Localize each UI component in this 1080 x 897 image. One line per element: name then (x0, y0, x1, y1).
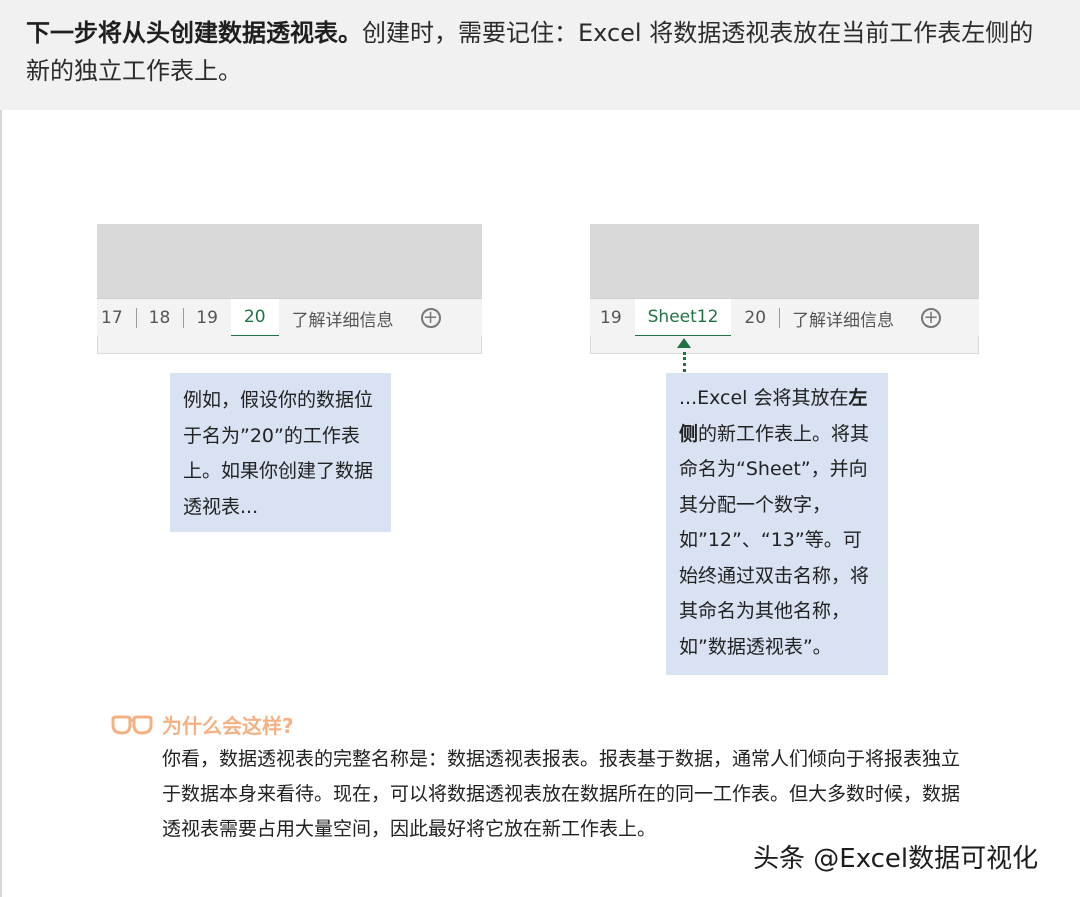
sheet-tab-sheet12-active[interactable]: Sheet12 (634, 299, 732, 338)
arrow-dotted-line (683, 352, 690, 372)
why-body: 你看，数据透视表的完整名称是：数据透视表报表。报表基于数据，通常人们倾向于将报表… (162, 748, 961, 840)
grid-line (606, 225, 607, 297)
grid-line (98, 239, 481, 240)
right-sheet: 19 Sheet12 20 了解详细信息 + (590, 224, 979, 354)
left-grid (97, 224, 482, 298)
grid-line (591, 239, 978, 240)
grid-line (688, 225, 689, 297)
left-scroll-strip (97, 336, 482, 354)
left-rule (0, 110, 2, 897)
sheet-tab-label: 了解详细信息 (291, 310, 394, 331)
right-grid (590, 224, 979, 298)
glasses-icon (111, 715, 153, 735)
sheet-tab-19[interactable]: 19 (183, 299, 231, 337)
grid-line (852, 225, 853, 297)
left-callout-text: 例如，假设你的数据位于名为”20”的工作表上。如果你创建了数据透视表... (183, 389, 374, 518)
watermark: 头条 @Excel数据可视化 (753, 844, 1039, 874)
plus-circle-icon[interactable]: + (420, 308, 441, 328)
grid-line (947, 225, 948, 297)
sheet-tab-20-active[interactable]: 20 (230, 299, 279, 338)
grid-line (202, 225, 203, 297)
header-text: 下一步将从头创建数据透视表。创建时，需要记住：Excel 将数据透视表放在当前工… (26, 14, 1056, 90)
why-title: 为什么会这样? (162, 714, 294, 738)
sheet-tab-label: 17 (101, 308, 123, 328)
arrow-up-icon (677, 338, 691, 348)
right-callout-text-1: ...Excel 会将其放在 (679, 387, 849, 409)
sheet-tab-20[interactable]: 20 (731, 299, 779, 337)
sheet-tab-label: 19 (196, 308, 218, 328)
grid-line (448, 225, 449, 297)
right-scroll-strip (590, 336, 979, 354)
sheet-tab-learn-more[interactable]: 了解详细信息 (279, 299, 407, 337)
grid-line (770, 225, 771, 297)
grid-line (98, 265, 481, 266)
sheet-tab-label: 了解详细信息 (792, 310, 895, 331)
sheet-tab-19[interactable]: 19 (590, 299, 635, 337)
header-bold-text: 下一步将从头创建数据透视表。 (26, 19, 362, 47)
sheet-tab-18[interactable]: 18 (135, 299, 184, 337)
header-banner: 下一步将从头创建数据透视表。创建时，需要记住：Excel 将数据透视表放在当前工… (0, 0, 1080, 110)
grid-line (120, 225, 121, 297)
right-callout: ...Excel 会将其放在左侧的新工作表上。将其命名为“Sheet”，并向其分… (666, 373, 888, 675)
right-tab-bar: 19 Sheet12 20 了解详细信息 + (590, 298, 979, 338)
left-callout: 例如，假设你的数据位于名为”20”的工作表上。如果你创建了数据透视表... (170, 373, 391, 532)
sheet-tab-learn-more[interactable]: 了解详细信息 (779, 299, 907, 337)
left-sheet: 17 18 19 20 了解详细信息 + (97, 224, 482, 354)
sheet-tab-label: 19 (600, 308, 622, 328)
sheet-tab-label: 18 (148, 308, 171, 328)
left-tab-bar: 17 18 19 20 了解详细信息 + (97, 298, 482, 338)
sheet-tab-label: Sheet12 (647, 307, 719, 327)
grid-line (591, 265, 978, 266)
sheet-tab-label: 20 (243, 307, 266, 327)
right-callout-text-2: 的新工作表上。将其命名为“Sheet”，并向其分配一个数字，如”12”、“13”… (679, 422, 870, 658)
sheet-tab-label: 20 (744, 308, 767, 328)
grid-line (366, 225, 367, 297)
grid-line (284, 225, 285, 297)
sheet-tab-17[interactable]: 17 (97, 299, 136, 337)
plus-circle-icon[interactable]: + (921, 308, 942, 328)
